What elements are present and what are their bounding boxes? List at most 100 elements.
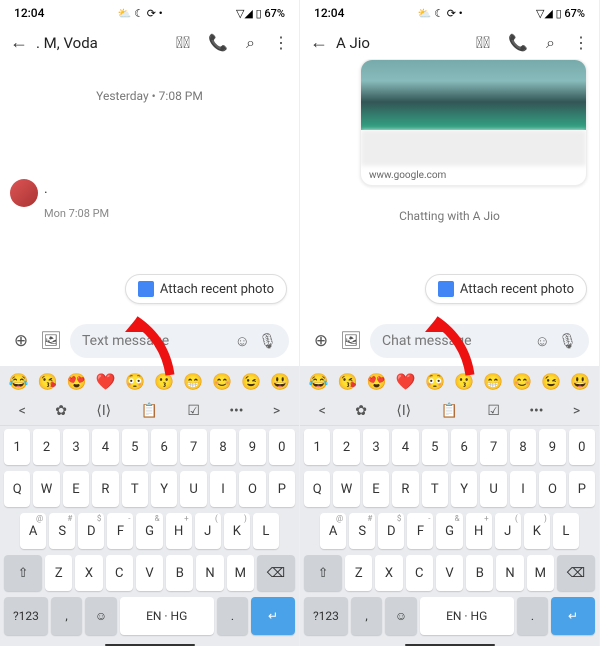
emoji[interactable]: 😁 xyxy=(483,372,503,391)
space-key[interactable]: EN · HG xyxy=(420,597,514,635)
key-T[interactable]: T xyxy=(122,471,148,507)
key-F[interactable]: -F xyxy=(107,513,133,549)
key-7[interactable]: 7 xyxy=(180,429,206,465)
key-J[interactable]: (J xyxy=(495,513,521,549)
more-icon[interactable]: ⋮ xyxy=(273,33,289,52)
emoji[interactable]: ❤️ xyxy=(396,372,416,391)
key-B[interactable]: B xyxy=(466,555,493,591)
emoji[interactable]: 😍 xyxy=(367,372,387,391)
plus-icon[interactable]: ⊕ xyxy=(10,330,32,352)
emoji[interactable]: 😃 xyxy=(570,372,590,391)
key-4[interactable]: 4 xyxy=(92,429,118,465)
emoji[interactable]: 😊 xyxy=(512,372,532,391)
comma-key[interactable]: , xyxy=(351,597,382,635)
key-1[interactable]: 1 xyxy=(304,429,330,465)
tool-item[interactable]: ✿ xyxy=(55,403,67,419)
key-7[interactable]: 7 xyxy=(480,429,506,465)
key-Z[interactable]: Z xyxy=(345,555,372,591)
key-O[interactable]: O xyxy=(539,471,565,507)
emoji-key[interactable]: ☺ xyxy=(385,597,416,635)
key-Q[interactable]: Q xyxy=(304,471,330,507)
tool-item[interactable]: 📋 xyxy=(141,403,158,419)
key-E[interactable]: E xyxy=(63,471,89,507)
key-0[interactable]: 0 xyxy=(269,429,295,465)
emoji-icon[interactable]: ☺ xyxy=(235,332,250,350)
key-P[interactable]: P xyxy=(569,471,595,507)
emoji-icon[interactable]: ☺ xyxy=(535,332,550,350)
key-S[interactable]: #S xyxy=(49,513,75,549)
key-M[interactable]: M xyxy=(227,555,254,591)
key-3[interactable]: 3 xyxy=(63,429,89,465)
key-9[interactable]: 9 xyxy=(539,429,565,465)
emoji[interactable]: 😃 xyxy=(270,372,290,391)
emoji[interactable]: 😉 xyxy=(241,372,261,391)
emoji[interactable]: 😉 xyxy=(541,372,561,391)
key-6[interactable]: 6 xyxy=(451,429,477,465)
mic-icon[interactable]: 🎙 xyxy=(558,332,577,350)
tool-item[interactable]: > xyxy=(573,403,580,419)
period-key[interactable]: . xyxy=(517,597,548,635)
emoji[interactable]: ❤️ xyxy=(96,372,116,391)
key-N[interactable]: N xyxy=(496,555,523,591)
back-icon[interactable]: ← xyxy=(10,32,28,53)
key-T[interactable]: T xyxy=(422,471,448,507)
key-Z[interactable]: Z xyxy=(45,555,72,591)
key-H[interactable]: +H xyxy=(166,513,192,549)
avatar[interactable] xyxy=(10,179,38,207)
search-icon[interactable]: ⌕ xyxy=(546,33,555,53)
key-W[interactable]: W xyxy=(33,471,59,507)
key-A[interactable]: @A xyxy=(20,513,46,549)
enter-key[interactable]: ↵ xyxy=(251,597,295,635)
key-A[interactable]: @A xyxy=(320,513,346,549)
key-H[interactable]: +H xyxy=(466,513,492,549)
symbols-key[interactable]: ?123 xyxy=(304,597,348,635)
plus-icon[interactable]: ⊕ xyxy=(310,330,332,352)
back-icon[interactable]: ← xyxy=(310,32,328,53)
tool-row[interactable]: <✿⟨I⟩📋☑•••> xyxy=(0,397,299,426)
key-4[interactable]: 4 xyxy=(392,429,418,465)
emoji[interactable]: 😘 xyxy=(338,372,358,391)
key-R[interactable]: R xyxy=(92,471,118,507)
emoji[interactable]: 😁 xyxy=(183,372,203,391)
tool-row[interactable]: <✿⟨I⟩📋☑•••> xyxy=(300,397,599,426)
gallery-icon[interactable]: 🖼 xyxy=(340,330,362,352)
key-1[interactable]: 1 xyxy=(4,429,30,465)
backspace-key[interactable]: ⌫ xyxy=(557,555,595,591)
key-G[interactable]: &G xyxy=(136,513,162,549)
key-6[interactable]: 6 xyxy=(151,429,177,465)
phone-icon[interactable]: 📞 xyxy=(208,33,228,52)
tool-item[interactable]: ✿ xyxy=(355,403,367,419)
emoji[interactable]: 😊 xyxy=(212,372,232,391)
key-3[interactable]: 3 xyxy=(363,429,389,465)
key-Y[interactable]: Y xyxy=(151,471,177,507)
link-preview-card[interactable]: www.google.com xyxy=(360,59,587,186)
key-K[interactable]: )K xyxy=(224,513,250,549)
key-W[interactable]: W xyxy=(333,471,359,507)
key-L[interactable]: L xyxy=(553,513,579,549)
keyboard[interactable]: 😂😘😍❤️😳😗😁😊😉😃 <✿⟨I⟩📋☑•••> 1234567890 QWERT… xyxy=(300,366,599,646)
tool-item[interactable]: < xyxy=(319,403,326,419)
key-8[interactable]: 8 xyxy=(210,429,236,465)
emoji-key[interactable]: ☺ xyxy=(85,597,116,635)
tool-item[interactable]: > xyxy=(273,403,280,419)
shift-key[interactable]: ⇧ xyxy=(304,555,342,591)
key-0[interactable]: 0 xyxy=(569,429,595,465)
key-Y[interactable]: Y xyxy=(451,471,477,507)
keyboard[interactable]: 😂😘😍❤️😳😗😁😊😉😃 <✿⟨I⟩📋☑•••> 1234567890 QWERT… xyxy=(0,366,299,646)
key-2[interactable]: 2 xyxy=(33,429,59,465)
key-K[interactable]: )K xyxy=(524,513,550,549)
search-icon[interactable]: ⌕ xyxy=(246,33,255,53)
attach-photo-button[interactable]: Attach recent photo xyxy=(125,274,287,304)
tool-item[interactable]: < xyxy=(19,403,26,419)
gallery-icon[interactable]: 🖼 xyxy=(40,330,62,352)
key-X[interactable]: X xyxy=(75,555,102,591)
key-I[interactable]: I xyxy=(510,471,536,507)
key-L[interactable]: L xyxy=(253,513,279,549)
key-P[interactable]: P xyxy=(269,471,295,507)
key-Q[interactable]: Q xyxy=(4,471,30,507)
key-D[interactable]: $D xyxy=(78,513,104,549)
enter-key[interactable]: ↵ xyxy=(551,597,595,635)
key-V[interactable]: V xyxy=(436,555,463,591)
key-9[interactable]: 9 xyxy=(239,429,265,465)
tool-item[interactable]: ⟨I⟩ xyxy=(396,403,411,419)
